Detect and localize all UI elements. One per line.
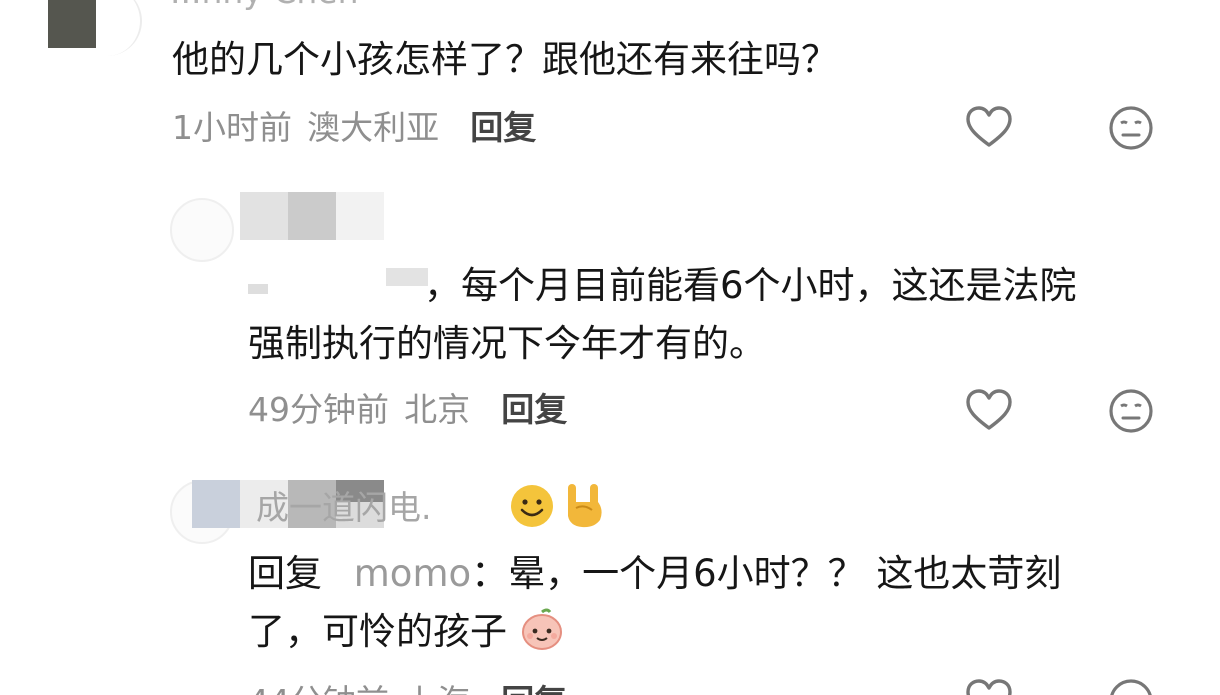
comment-text-line2-text: 了，可怜的孩子 — [248, 610, 507, 653]
comment-text: ，每个月目前能看6个小时，这还是法院 — [424, 264, 1077, 307]
neutral-face-icon[interactable] — [1108, 388, 1154, 434]
neutral-face-icon[interactable] — [1108, 678, 1154, 695]
redacted-mention — [248, 266, 428, 302]
comment-meta: 1小时前 澳大利亚 回复 — [172, 106, 536, 150]
comment-time: 1小时前 — [172, 108, 292, 147]
rock-hand-emoji-icon — [560, 480, 610, 530]
reply-button[interactable]: 回复 — [501, 390, 567, 429]
reply-prefix: 回复 — [248, 552, 322, 595]
comment-text-line1: ：晕，一个月6小时？？ 这也太苛刻 — [471, 552, 1062, 595]
heart-outline-icon[interactable] — [964, 386, 1014, 436]
comment-text: 他的几个小孩怎样了？跟他还有来往吗？ — [172, 38, 838, 81]
comment-meta: 44分钟前 上海 回复 — [248, 680, 567, 695]
comment-time: 49分钟前 — [248, 390, 389, 429]
username[interactable]: ...nny Chen — [170, 0, 359, 14]
comment-text-line2: 强制执行的情况下今年才有的。 — [248, 322, 766, 365]
heart-outline-icon[interactable] — [964, 103, 1014, 153]
comment-meta: 49分钟前 北京 回复 — [248, 388, 567, 432]
comment-text-line2: 了，可怜的孩子 — [248, 604, 565, 660]
comment-location: 上海 — [404, 682, 470, 695]
reply-button[interactable]: 回复 — [470, 108, 536, 147]
reply-to-username[interactable]: momo — [354, 552, 471, 595]
avatar[interactable] — [170, 198, 234, 262]
comment-text: 回复 momo：晕，一个月6小时？？ 这也太苛刻 — [248, 546, 1061, 602]
peach-face-emoji-icon — [519, 606, 565, 652]
avatar[interactable] — [48, 0, 96, 48]
comment-location: 澳大利亚 — [307, 108, 440, 147]
smile-emoji-icon — [508, 482, 556, 530]
comment-location: 北京 — [404, 390, 471, 429]
comment-thread: ...nny Chen 他的几个小孩怎样了？跟他还有来往吗？ 1小时前 澳大利亚… — [0, 0, 1220, 695]
reply-button[interactable]: 回复 — [501, 682, 567, 695]
neutral-face-icon[interactable] — [1108, 105, 1154, 151]
username-redacted — [240, 192, 384, 240]
username[interactable]: 成一道闪电. — [256, 486, 432, 530]
avatar-ring — [96, 0, 142, 56]
heart-outline-icon[interactable] — [964, 676, 1014, 695]
comment-time: 44分钟前 — [248, 682, 389, 695]
